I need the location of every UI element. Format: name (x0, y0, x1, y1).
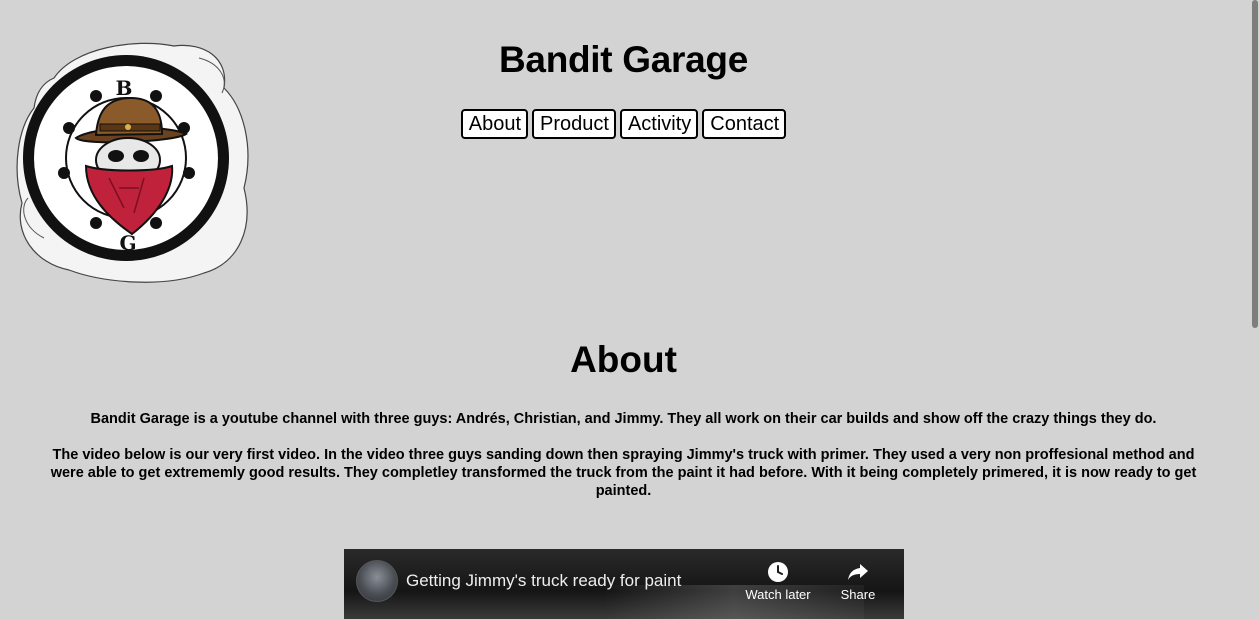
about-heading: About (570, 339, 677, 380)
about-intro-paragraph: Bandit Garage is a youtube channel with … (90, 411, 1157, 427)
watch-later-label: Watch later (745, 587, 811, 602)
scrollbar-thumb[interactable] (1252, 0, 1258, 328)
channel-avatar[interactable] (356, 560, 398, 602)
nav-item-activity[interactable]: Activity (619, 109, 699, 139)
youtube-video-embed[interactable]: Getting Jimmy's truck ready for paint Wa… (344, 549, 904, 619)
share-label: Share (840, 587, 876, 602)
site-title: Bandit Garage (499, 39, 748, 80)
video-title[interactable]: Getting Jimmy's truck ready for paint (406, 571, 681, 591)
about-video-paragraph: The video below is our very first video.… (50, 447, 1197, 499)
watch-later-button[interactable]: Watch later (743, 561, 813, 602)
logo-letter-g: G (119, 231, 136, 255)
nav-item-product[interactable]: Product (532, 109, 616, 139)
clock-icon (768, 562, 788, 582)
share-arrow-icon (848, 564, 868, 580)
nav-item-contact[interactable]: Contact (702, 109, 787, 139)
nav-item-about[interactable]: About (460, 109, 529, 139)
share-button[interactable]: Share (823, 561, 893, 602)
page-scrollbar[interactable] (1252, 0, 1259, 613)
main-nav: About Product Activity Contact (0, 109, 1247, 139)
